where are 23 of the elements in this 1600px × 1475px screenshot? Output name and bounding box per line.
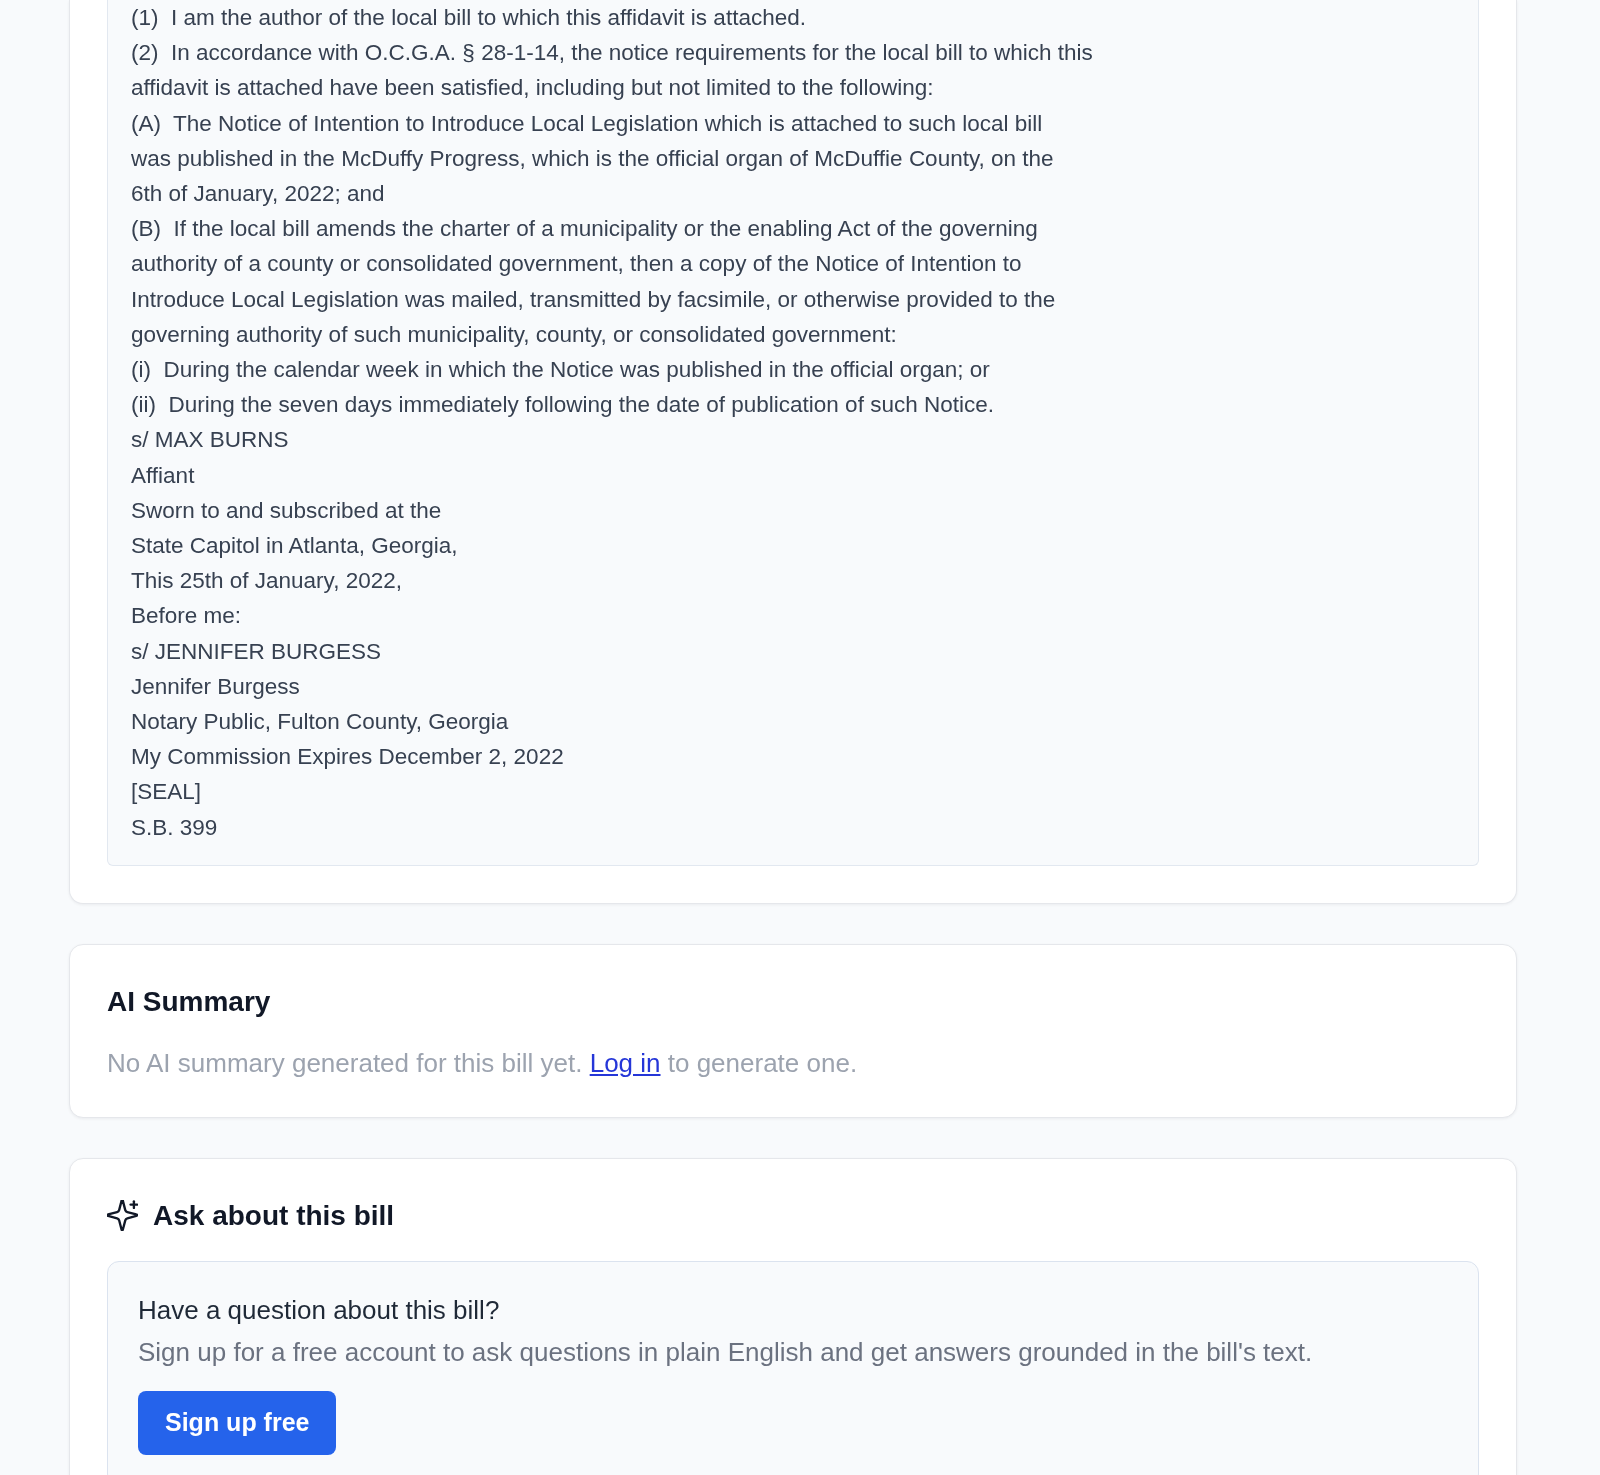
- bill-text-paragraph: s/ JENNIFER BURGESS: [131, 637, 382, 666]
- sparkle-icon: [107, 1200, 138, 1232]
- prompt-heading: Have a question about this bill?: [138, 1293, 500, 1327]
- bill-text-paragraph: (ii) During the seven days immediately following the date of publication of such Notice.: [131, 391, 994, 420]
- bill-text-paragraph: s/ MAX BURNS: [131, 426, 289, 455]
- bill-text-paragraph: Sworn to and subscribed at the State Capitol in Atlanta, Georgia, This 25th of January, 2022, Before me:: [131, 496, 458, 631]
- bill-text-paragraph: Jennifer Burgess: [131, 672, 300, 701]
- bill-text-paragraph: (A) The Notice of Intention to Introduce Local Legislation which is attached to such local bill was published in the McDuffy Progress, which is the official organ of McDuffie County, on the 6th of January, 2022; and: [131, 109, 1054, 208]
- bill-text-paragraph: (B) If the local bill amends the charter of a municipality or the enabling Act of the governing authority of a county or consolidated government, then a copy of the Notice of Intention to Introduce Local Legislation was mailed, transmitted by facsimile, or otherwise provided to the governing authority of such municipality, county, or consolidated government:: [131, 215, 1056, 349]
- bill-text-paragraph: Affiant: [131, 461, 195, 490]
- summary-message: No AI summary generated for this bill yet. Log in to generate one.: [107, 1046, 858, 1080]
- bill-text-paragraph: S.B. 399: [131, 813, 218, 842]
- section-title: Ask about this bill: [153, 1198, 395, 1233]
- bill-text-paragraph: (2) In accordance with O.C.G.A. § 28-1-14, the notice requirements for the local bill to which this affidavit is attached have been satisfied, including but not limited to the following:: [131, 39, 1093, 103]
- prompt-description: Sign up for a free account to ask questions in plain English and get answers grounded in the bill's text.: [138, 1335, 1313, 1369]
- bill-text-paragraph: [SEAL]: [131, 778, 202, 807]
- bill-text-paragraph: (i) During the calendar week in which the Notice was published in the official organ; or: [131, 356, 990, 385]
- log-in-link[interactable]: Log in: [589, 1047, 661, 1078]
- sign-up-button[interactable]: Sign up free: [138, 1390, 337, 1455]
- bill-text-paragraph: My Commission Expires December 2, 2022: [131, 743, 564, 772]
- bill-text-paragraph: Notary Public, Fulton County, Georgia: [131, 708, 509, 737]
- section-title: AI Summary: [107, 984, 271, 1019]
- bill-text-paragraph: (1) I am the author of the local bill to which this affidavit is attached.: [131, 4, 806, 32]
